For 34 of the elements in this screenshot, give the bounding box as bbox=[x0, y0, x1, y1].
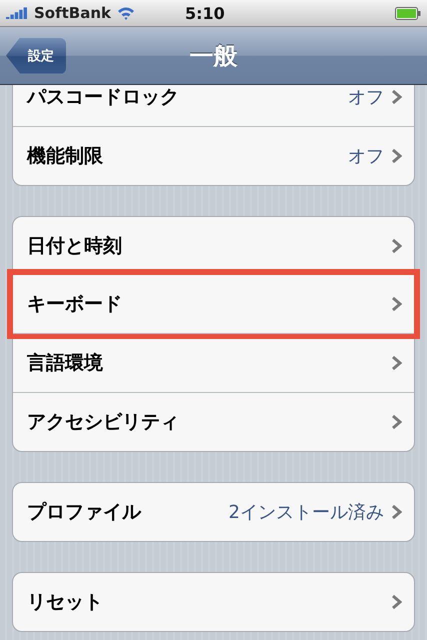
chevron-icon bbox=[392, 90, 402, 104]
settings-row[interactable]: キーボード bbox=[13, 275, 414, 333]
row-label: 言語環境 bbox=[27, 351, 103, 376]
settings-row[interactable]: 言語環境 bbox=[13, 333, 414, 392]
carrier-name: SoftBank bbox=[34, 4, 112, 22]
chevron-icon bbox=[392, 505, 402, 519]
row-label: アクセシビリティ bbox=[27, 410, 179, 435]
row-label: キーボード bbox=[27, 292, 122, 317]
wifi-icon bbox=[117, 6, 136, 20]
chevron-icon bbox=[392, 149, 402, 163]
battery-icon bbox=[395, 6, 421, 20]
row-value: 2インストール済み bbox=[228, 501, 384, 524]
row-label: プロファイル bbox=[27, 500, 141, 525]
row-value: オフ bbox=[348, 86, 384, 109]
row-value: オフ bbox=[348, 145, 384, 168]
chevron-icon bbox=[392, 239, 402, 253]
settings-row[interactable]: パスコードロック オフ bbox=[13, 85, 414, 126]
chevron-icon bbox=[392, 595, 402, 609]
signal-icon bbox=[6, 7, 28, 19]
row-label: リセット bbox=[27, 590, 103, 615]
row-label: 機能制限 bbox=[27, 144, 103, 169]
settings-row[interactable]: 機能制限 オフ bbox=[13, 126, 414, 185]
settings-row[interactable]: アクセシビリティ bbox=[13, 392, 414, 451]
settings-row[interactable]: リセット bbox=[13, 573, 414, 631]
settings-row[interactable]: プロファイル 2インストール済み bbox=[13, 483, 414, 541]
chevron-icon bbox=[392, 356, 402, 370]
chevron-icon bbox=[392, 415, 402, 429]
settings-row[interactable]: 日付と時刻 bbox=[13, 217, 414, 275]
chevron-icon bbox=[392, 297, 402, 311]
nav-title: 一般 bbox=[190, 42, 238, 70]
row-label: 日付と時刻 bbox=[27, 234, 122, 259]
back-button[interactable]: 設定 bbox=[6, 38, 66, 74]
status-time: 5:10 bbox=[185, 4, 225, 22]
row-label: パスコードロック bbox=[27, 85, 179, 110]
